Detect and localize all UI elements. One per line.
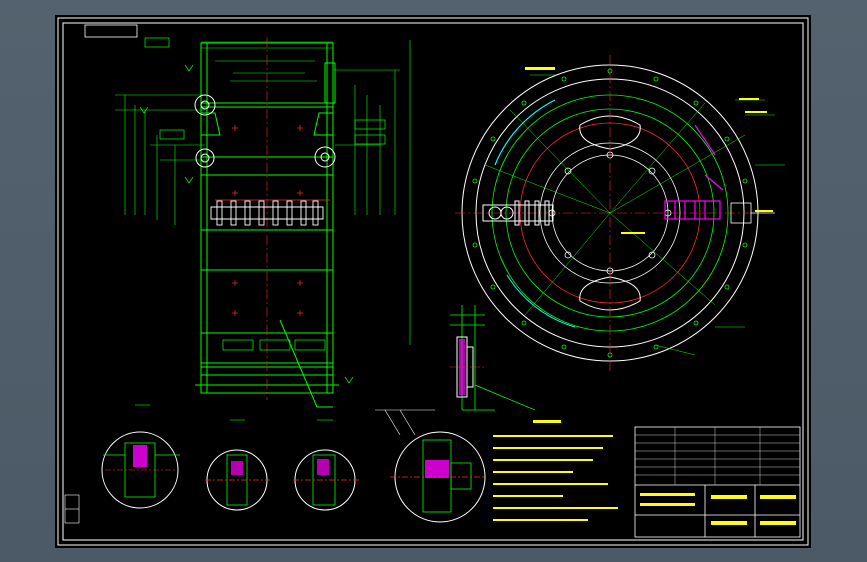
- detail-view-iv: [375, 409, 486, 523]
- side-profile-view: [450, 305, 536, 411]
- circular-plan-view: [455, 55, 785, 371]
- title-block: [634, 426, 801, 538]
- detail-view-ii: [205, 419, 270, 511]
- cad-viewport[interactable]: [0, 0, 867, 562]
- detail-view-i: [101, 404, 180, 509]
- technical-notes: [493, 420, 618, 521]
- drawing-number-box: [84, 24, 138, 38]
- cad-drawing: [57, 17, 809, 546]
- front-section-view: [115, 37, 411, 408]
- margin-marks: [64, 494, 80, 524]
- drawing-sheet: [55, 15, 811, 548]
- detail-view-iii: [293, 419, 360, 511]
